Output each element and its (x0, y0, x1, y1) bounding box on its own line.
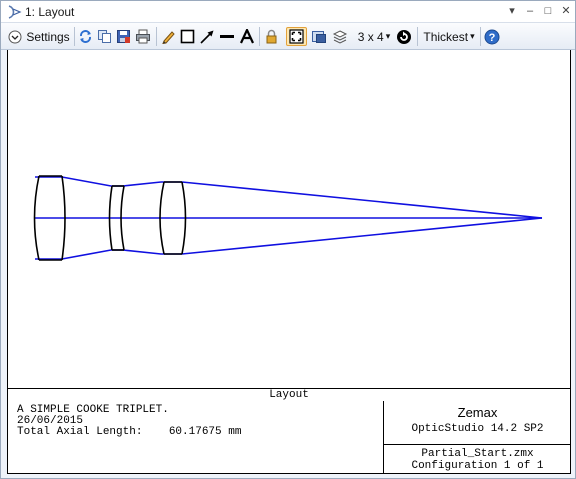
rotate-icon (396, 29, 412, 45)
draw-text-button[interactable] (238, 27, 256, 46)
copy-icon (97, 29, 112, 44)
draw-line-button[interactable] (218, 27, 236, 46)
settings-label: Settings (26, 29, 70, 44)
save-button[interactable] (115, 27, 132, 46)
lock-button[interactable] (263, 27, 280, 46)
arrow-icon (199, 29, 215, 44)
system-description: A SIMPLE COOKE TRIPLET. 26/06/2015 Total… (17, 405, 241, 438)
settings-button[interactable]: Settings (6, 27, 72, 46)
pencil-icon (161, 29, 176, 44)
draw-pencil-button[interactable] (160, 27, 177, 46)
svg-text:?: ? (489, 32, 496, 44)
refresh-icon (78, 29, 93, 44)
window-title: 1: Layout (25, 5, 75, 19)
layout-plot[interactable] (7, 50, 571, 389)
toolbar-separator (417, 27, 418, 46)
copy-button[interactable] (96, 27, 113, 46)
configuration-grid-label: 3 x 4 (357, 29, 384, 44)
rotate-button[interactable] (395, 27, 413, 46)
toolbar-separator (480, 27, 481, 46)
print-button[interactable] (134, 27, 152, 46)
software-version: OpticStudio 14.2 SP2 (411, 423, 544, 435)
chevron-down-icon: ▾ (470, 31, 475, 41)
fit-icon (289, 29, 304, 44)
help-icon: ? (484, 29, 500, 45)
print-icon (135, 29, 151, 44)
draw-rectangle-button[interactable] (179, 27, 196, 46)
rectangle-icon (180, 29, 195, 44)
draw-arrow-button[interactable] (198, 27, 216, 46)
minimize-button[interactable]: – (521, 3, 539, 20)
layout-window: 1: Layout ▾ – □ ✕ Settings 3 x 4 ▾ Thick… (0, 0, 576, 479)
fit-view-button[interactable] (286, 27, 307, 46)
plot-footer: A SIMPLE COOKE TRIPLET. 26/06/2015 Total… (7, 401, 571, 474)
file-name: Partial_Start.zmx (421, 448, 534, 460)
configuration-grid-dropdown[interactable]: 3 x 4 ▾ (355, 27, 393, 46)
file-box: Partial_Start.zmx Configuration 1 of 1 (383, 445, 571, 473)
toolbar: Settings 3 x 4 ▾ Thickest ▾ ? (1, 23, 575, 50)
toolbar-separator (156, 27, 157, 46)
line-thickness-dropdown[interactable]: Thickest ▾ (421, 27, 477, 46)
layers-icon (332, 29, 348, 44)
configuration-info: Configuration 1 of 1 (411, 460, 544, 472)
export-button[interactable] (310, 27, 328, 46)
line-icon (219, 29, 235, 44)
close-button[interactable]: ✕ (557, 3, 575, 20)
brand-name: Zemax (457, 405, 498, 420)
title-bar[interactable]: 1: Layout ▾ – □ ✕ (1, 1, 575, 23)
brand-box: Zemax OpticStudio 14.2 SP2 (383, 401, 571, 445)
chevron-down-circle-icon (8, 30, 22, 44)
toolbar-separator (74, 27, 75, 46)
save-icon (116, 29, 131, 44)
export-icon (311, 29, 327, 44)
toolbar-separator (259, 27, 260, 46)
chevron-down-icon: ▾ (385, 31, 391, 41)
description-line: Total Axial Length: 60.17675 mm (17, 426, 242, 438)
maximize-button[interactable]: □ (539, 3, 557, 20)
plot-title: Layout (7, 388, 571, 402)
app-icon (6, 4, 22, 20)
refresh-button[interactable] (77, 27, 94, 46)
layers-button[interactable] (331, 27, 349, 46)
lens-layout-drawing (33, 175, 543, 261)
help-button[interactable]: ? (483, 27, 501, 46)
text-icon (239, 29, 255, 44)
window-menu-button[interactable]: ▾ (503, 3, 521, 20)
lock-icon (264, 29, 279, 44)
line-thickness-label: Thickest (423, 29, 469, 44)
